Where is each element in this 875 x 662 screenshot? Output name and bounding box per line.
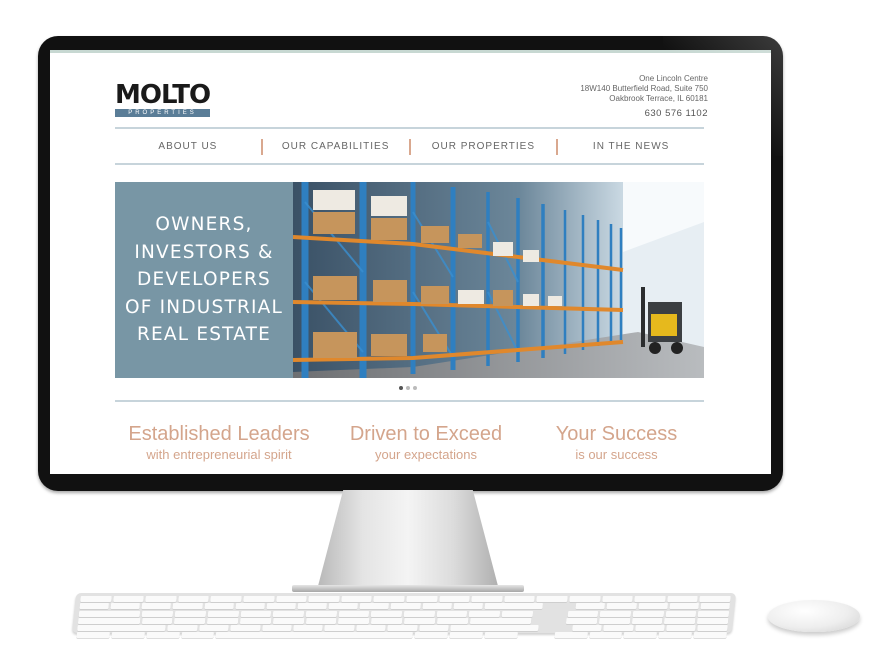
monitor-stand [318,490,498,586]
contact-block: One Lincoln Centre 18W140 Butterfield Ro… [580,74,708,119]
keyboard [71,593,737,639]
slider-dots [399,386,417,390]
tagline-established: Established Leaders with entrepreneurial… [115,422,323,464]
nav-about-us[interactable]: ABOUT US [115,135,261,159]
website-screen: MOLTO PROPERTIES One Lincoln Centre 18W1… [50,50,771,474]
content-divider [115,400,704,402]
hero-line-4: OF INDUSTRIAL [124,296,284,318]
nav-in-the-news[interactable]: IN THE NEWS [558,135,704,159]
tagline-driven: Driven to Exceed your expectations [323,422,529,464]
slide-dot-1[interactable] [399,386,403,390]
nav-our-properties[interactable]: OUR PROPERTIES [411,135,557,159]
tagline-heading: Established Leaders [128,423,310,445]
top-accent-line [50,50,771,53]
taglines: Established Leaders with entrepreneurial… [115,422,704,464]
hero-line-5: REAL ESTATE [136,324,272,346]
tagline-heading: Driven to Exceed [349,423,503,445]
address-line-1: One Lincoln Centre [639,74,708,83]
hero-line-3: DEVELOPERS [137,269,271,291]
nav-divider [115,163,704,165]
logo-sub: PROPERTIES [115,109,210,117]
hero-slider[interactable]: OWNERS, INVESTORS & DEVELOPERS OF INDUST… [115,182,704,378]
mouse [768,600,860,632]
logo-word: MOLTO [115,80,211,110]
hero-text-panel: OWNERS, INVESTORS & DEVELOPERS OF INDUST… [115,182,293,378]
tagline-subheading: is our success [575,447,658,462]
tagline-subheading: your expectations [375,447,477,462]
monitor-stand-base [292,585,524,592]
warehouse-image [293,182,704,378]
phone-number[interactable]: 630 576 1102 [580,109,708,119]
monitor: MOLTO PROPERTIES One Lincoln Centre 18W1… [38,36,783,491]
molto-logo[interactable]: MOLTO PROPERTIES [115,80,211,117]
tagline-success: Your Success is our success [529,422,704,464]
header-divider [115,127,704,129]
slide-dot-2[interactable] [406,386,410,390]
tagline-heading: Your Success [555,423,678,445]
hero-line-2: INVESTORS & [134,241,274,263]
address-line-3: Oakbrook Terrace, IL 60181 [609,94,708,103]
address-line-2: 18W140 Butterfield Road, Suite 750 [580,84,708,93]
hero-line-1: OWNERS, [155,214,253,236]
hero-headline: OWNERS, INVESTORS & DEVELOPERS OF INDUST… [125,211,283,349]
nav-our-capabilities[interactable]: OUR CAPABILITIES [263,135,409,159]
tagline-subheading: with entrepreneurial spirit [146,447,292,462]
main-nav: ABOUT US OUR CAPABILITIES OUR PROPERTIES… [115,135,704,159]
slide-dot-3[interactable] [413,386,417,390]
